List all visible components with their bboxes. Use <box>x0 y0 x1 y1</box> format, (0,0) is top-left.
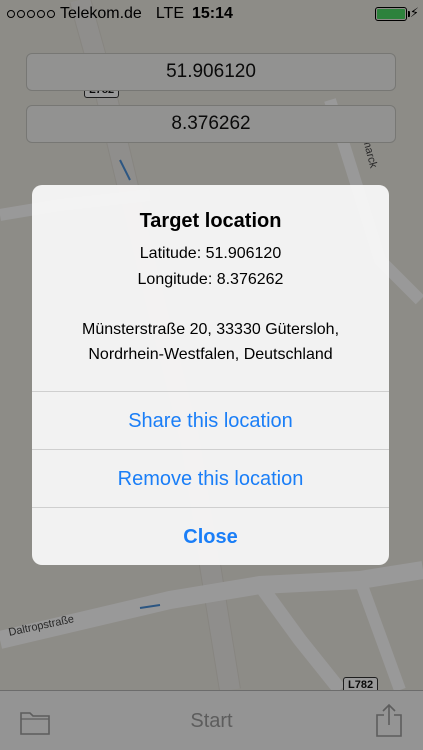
alert-address-line2: Nordrhein-Westfalen, Deutschland <box>88 346 333 363</box>
close-button[interactable]: Close <box>32 507 389 565</box>
alert-title: Target location <box>139 210 282 232</box>
alert-latitude: Latitude: 51.906120 <box>139 245 282 262</box>
alert-longitude: Longitude: 8.376262 <box>137 271 284 288</box>
target-location-alert: Target location Latitude: 51.906120 Long… <box>32 185 389 565</box>
alert-address-line1: Münsterstraße 20, 33330 Gütersloh, <box>81 321 340 338</box>
share-location-button[interactable]: Share this location <box>32 391 389 449</box>
remove-location-button[interactable]: Remove this location <box>32 449 389 507</box>
